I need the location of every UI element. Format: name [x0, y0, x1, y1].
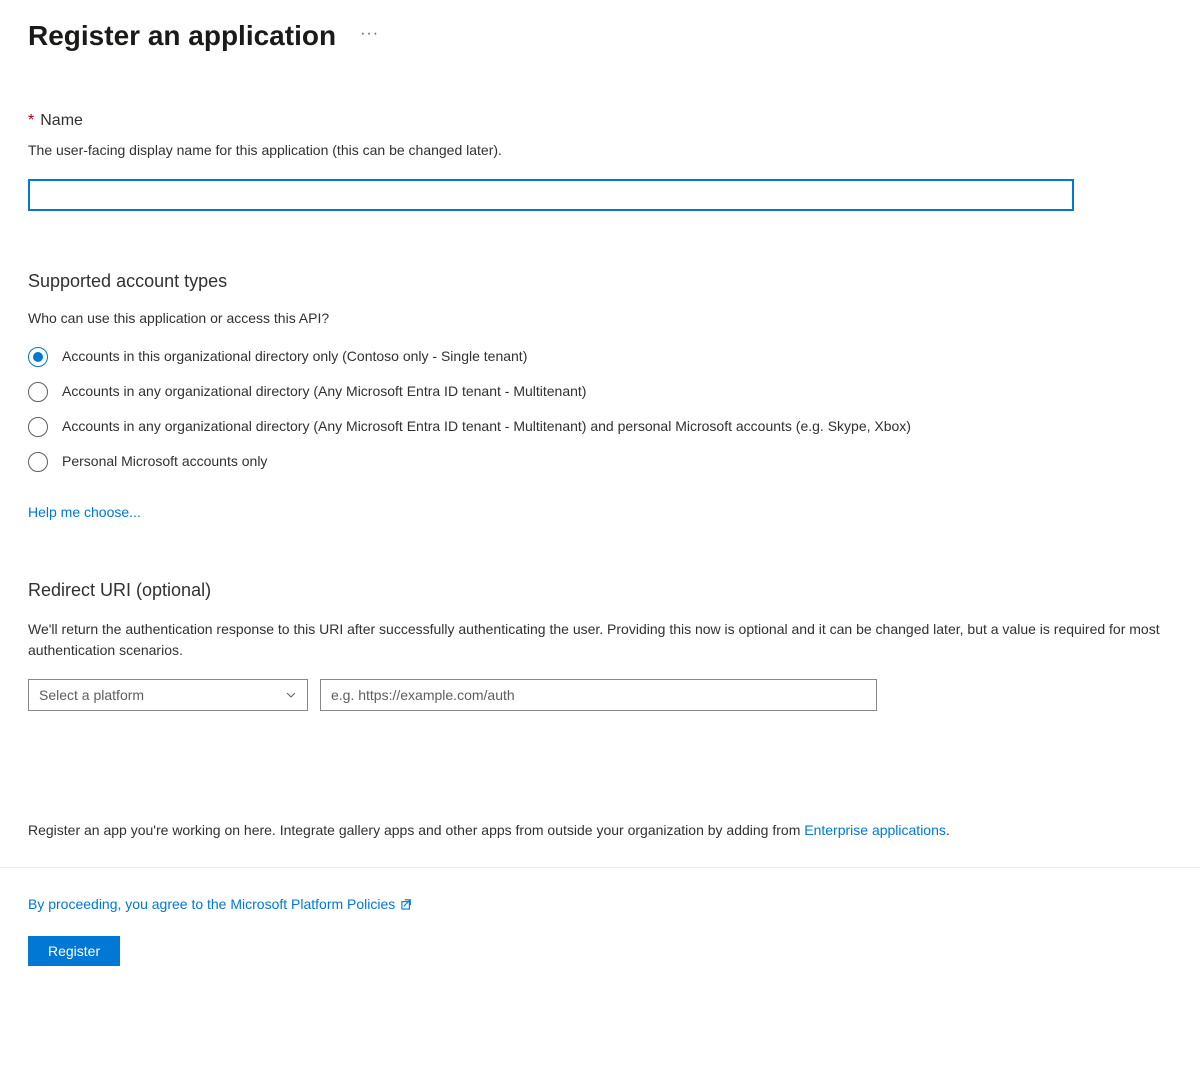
account-types-radio-group: Accounts in this organizational director…	[28, 346, 1172, 472]
redirect-uri-description: We'll return the authentication response…	[28, 619, 1172, 661]
platform-select-value: Select a platform	[39, 687, 144, 703]
radio-single-tenant[interactable]: Accounts in this organizational director…	[28, 346, 1172, 367]
enterprise-applications-link[interactable]: Enterprise applications	[804, 822, 946, 838]
external-link-icon	[401, 897, 414, 910]
redirect-uri-title: Redirect URI (optional)	[28, 580, 1172, 601]
name-input[interactable]	[28, 179, 1074, 211]
platform-select[interactable]: Select a platform	[28, 679, 308, 711]
policies-link-text: By proceeding, you agree to the Microsof…	[28, 896, 395, 912]
radio-label: Accounts in this organizational director…	[62, 346, 547, 367]
page-title: Register an application	[28, 20, 336, 52]
radio-multitenant-personal[interactable]: Accounts in any organizational directory…	[28, 416, 1172, 437]
footer-note-suffix: .	[946, 822, 950, 838]
divider	[0, 867, 1200, 868]
account-types-subtitle: Who can use this application or access t…	[28, 310, 1172, 326]
name-label: * Name	[28, 112, 1172, 130]
platform-policies-link[interactable]: By proceeding, you agree to the Microsof…	[28, 896, 414, 912]
register-button[interactable]: Register	[28, 936, 120, 966]
radio-indicator	[28, 382, 48, 402]
required-asterisk: *	[28, 112, 34, 130]
footer-note-prefix: Register an app you're working on here. …	[28, 822, 804, 838]
name-description: The user-facing display name for this ap…	[28, 140, 1172, 161]
radio-label: Accounts in any organizational directory…	[62, 416, 931, 437]
radio-indicator	[28, 347, 48, 367]
footer-note: Register an app you're working on here. …	[28, 821, 1172, 841]
name-label-text: Name	[40, 112, 83, 130]
radio-multitenant[interactable]: Accounts in any organizational directory…	[28, 381, 1172, 402]
chevron-down-icon	[285, 689, 297, 701]
radio-label: Accounts in any organizational directory…	[62, 381, 606, 402]
radio-indicator	[28, 452, 48, 472]
radio-dot	[33, 352, 43, 362]
radio-indicator	[28, 417, 48, 437]
redirect-uri-input[interactable]	[320, 679, 877, 711]
help-me-choose-link[interactable]: Help me choose...	[28, 504, 141, 520]
more-icon[interactable]: ···	[360, 25, 379, 47]
radio-personal-only[interactable]: Personal Microsoft accounts only	[28, 451, 1172, 472]
radio-label: Personal Microsoft accounts only	[62, 451, 287, 472]
account-types-title: Supported account types	[28, 271, 1172, 292]
